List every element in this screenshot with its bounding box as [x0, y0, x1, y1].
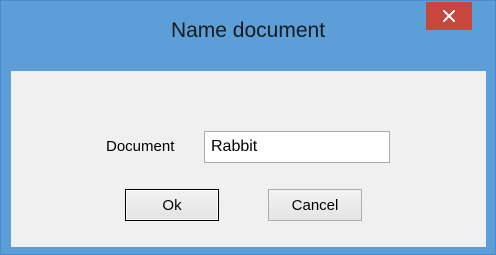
dialog-body: Document Ok Cancel	[11, 71, 486, 247]
title-bar[interactable]: Name document	[1, 1, 495, 71]
close-button[interactable]	[426, 2, 472, 30]
close-icon	[443, 10, 455, 22]
ok-button[interactable]: Ok	[125, 189, 219, 221]
dialog-title: Name document	[170, 19, 326, 42]
document-name-input[interactable]	[204, 131, 390, 163]
cancel-button[interactable]: Cancel	[268, 189, 362, 221]
document-label: Document	[106, 138, 175, 155]
dialog-window: Name document Document Ok Cancel	[0, 0, 496, 255]
